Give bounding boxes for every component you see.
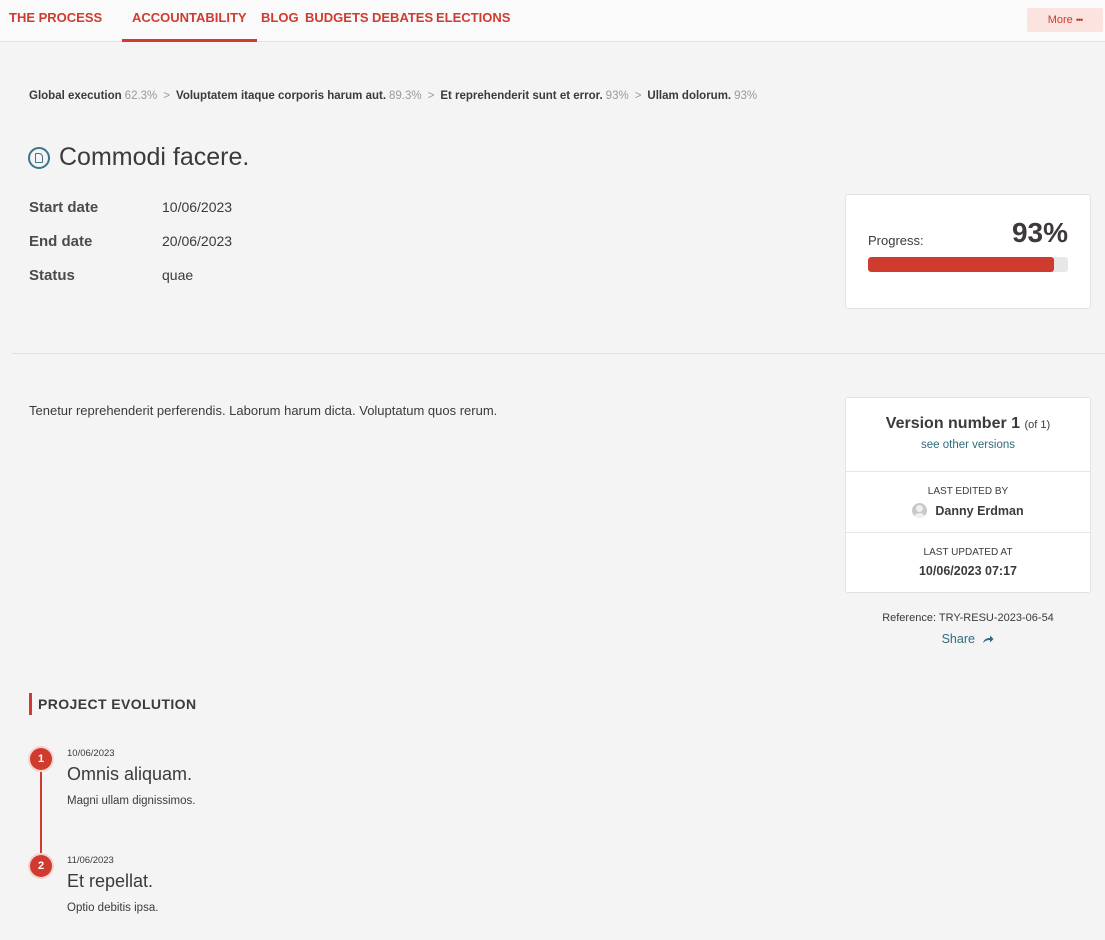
last-edited-label: LAST EDITED BY — [927, 486, 1009, 497]
progress-label: Progress: — [868, 233, 924, 248]
timeline-number-badge: 1 — [30, 748, 52, 770]
breadcrumb-percent-3: 93% — [734, 90, 758, 102]
progress-bar-fill — [868, 257, 1054, 272]
top-navigation: THE PROCESS ACCOUNTABILITY BLOG BUDGETS … — [0, 0, 1105, 42]
project-evolution-heading: PROJECT EVOLUTION — [29, 693, 196, 715]
last-updated-label: LAST UPDATED AT — [923, 547, 1013, 558]
breadcrumb-separator: > — [163, 90, 170, 102]
detail-label: Status — [29, 267, 75, 284]
timeline-date: 10/06/2023 — [67, 748, 115, 759]
timeline-number-badge: 2 — [30, 855, 52, 877]
detail-value: 20/06/2023 — [162, 233, 233, 249]
detail-label: Start date — [29, 199, 99, 216]
breadcrumb: Global execution 62.3% > Voluptatem itaque … — [29, 90, 757, 102]
tab-blog[interactable]: BLOG — [261, 0, 299, 42]
result-title-row: Commodi facere. — [28, 143, 249, 172]
reference-text: Reference: TRY-RESU-2023-06-54 — [882, 612, 1054, 624]
progress-bar — [868, 257, 1068, 272]
version-of: (of 1) — [1024, 419, 1051, 431]
last-updated-value: 10/06/2023 07:17 — [918, 564, 1017, 578]
detail-value: 10/06/2023 — [162, 199, 233, 215]
share-button[interactable]: Share — [845, 632, 1091, 646]
progress-card: Progress: 93% — [845, 194, 1091, 309]
tab-elections[interactable]: ELECTIONS — [436, 0, 510, 42]
divider — [12, 353, 1105, 354]
last-edited-author: Danny Erdman — [846, 503, 1090, 518]
timeline-date: 11/06/2023 — [67, 855, 114, 866]
breadcrumb-item-2[interactable]: Et reprehenderit sunt et error. — [440, 90, 602, 102]
timeline-title: Omnis aliquam. — [67, 764, 193, 784]
tab-budgets[interactable]: BUDGETS — [305, 0, 369, 42]
detail-row-status: Status quae — [29, 267, 232, 301]
more-dots-icon: ••• — [1075, 15, 1084, 25]
tab-debates[interactable]: DEBATES — [372, 0, 433, 42]
author-name: Danny Erdman — [935, 503, 1024, 518]
version-title-label: Version number — [885, 415, 1007, 432]
tab-the-process[interactable]: THE PROCESS — [9, 0, 102, 42]
progress-value: 93% — [1011, 217, 1068, 248]
timeline-line — [40, 755, 42, 865]
breadcrumb-percent-2: 93% — [605, 90, 629, 102]
last-edited-section: LAST EDITED BY Danny Erdman — [846, 472, 1090, 533]
version-card: Version number 1 (of 1) see other versio… — [845, 397, 1091, 593]
avatar — [912, 503, 928, 518]
breadcrumb-percent-0: 62.3% — [124, 90, 158, 102]
version-section: Version number 1 (of 1) see other versio… — [846, 398, 1090, 472]
share-arrow-icon — [983, 635, 994, 643]
result-description: Tenetur reprehenderit perferendis. Labor… — [29, 403, 498, 418]
tab-accountability[interactable]: ACCOUNTABILITY — [122, 0, 257, 42]
detail-row-end-date: End date 20/06/2023 — [29, 233, 232, 267]
share-label: Share — [941, 632, 975, 646]
version-title: Version number 1 (of 1) — [846, 415, 1090, 433]
timeline-title: Et repellat. — [67, 871, 154, 891]
version-number: 1 — [1011, 415, 1021, 432]
document-circle-icon — [28, 146, 50, 169]
breadcrumb-separator: > — [634, 90, 642, 102]
detail-label: End date — [29, 233, 93, 250]
timeline-text: Optio debitis ipsa. — [67, 902, 159, 914]
last-updated-section: LAST UPDATED AT 10/06/2023 07:17 — [846, 533, 1090, 594]
breadcrumb-item-1[interactable]: Voluptatem itaque corporis harum aut. — [176, 90, 386, 102]
breadcrumb-item-3[interactable]: Ullam dolorum. — [647, 90, 731, 102]
breadcrumb-percent-1: 89.3% — [389, 90, 422, 102]
detail-row-start-date: Start date 10/06/2023 — [29, 199, 232, 233]
more-label: More — [1047, 14, 1073, 26]
see-other-versions-link[interactable]: see other versions — [846, 439, 1090, 451]
detail-value: quae — [162, 267, 194, 283]
breadcrumb-item-0[interactable]: Global execution — [29, 90, 122, 102]
breadcrumb-separator: > — [427, 90, 435, 102]
more-button[interactable]: More ••• — [1027, 8, 1103, 32]
timeline-text: Magni ullam dignissimos. — [67, 795, 196, 807]
result-details: Start date 10/06/2023 End date 20/06/202… — [29, 199, 232, 301]
page-title: Commodi facere. — [59, 143, 250, 171]
